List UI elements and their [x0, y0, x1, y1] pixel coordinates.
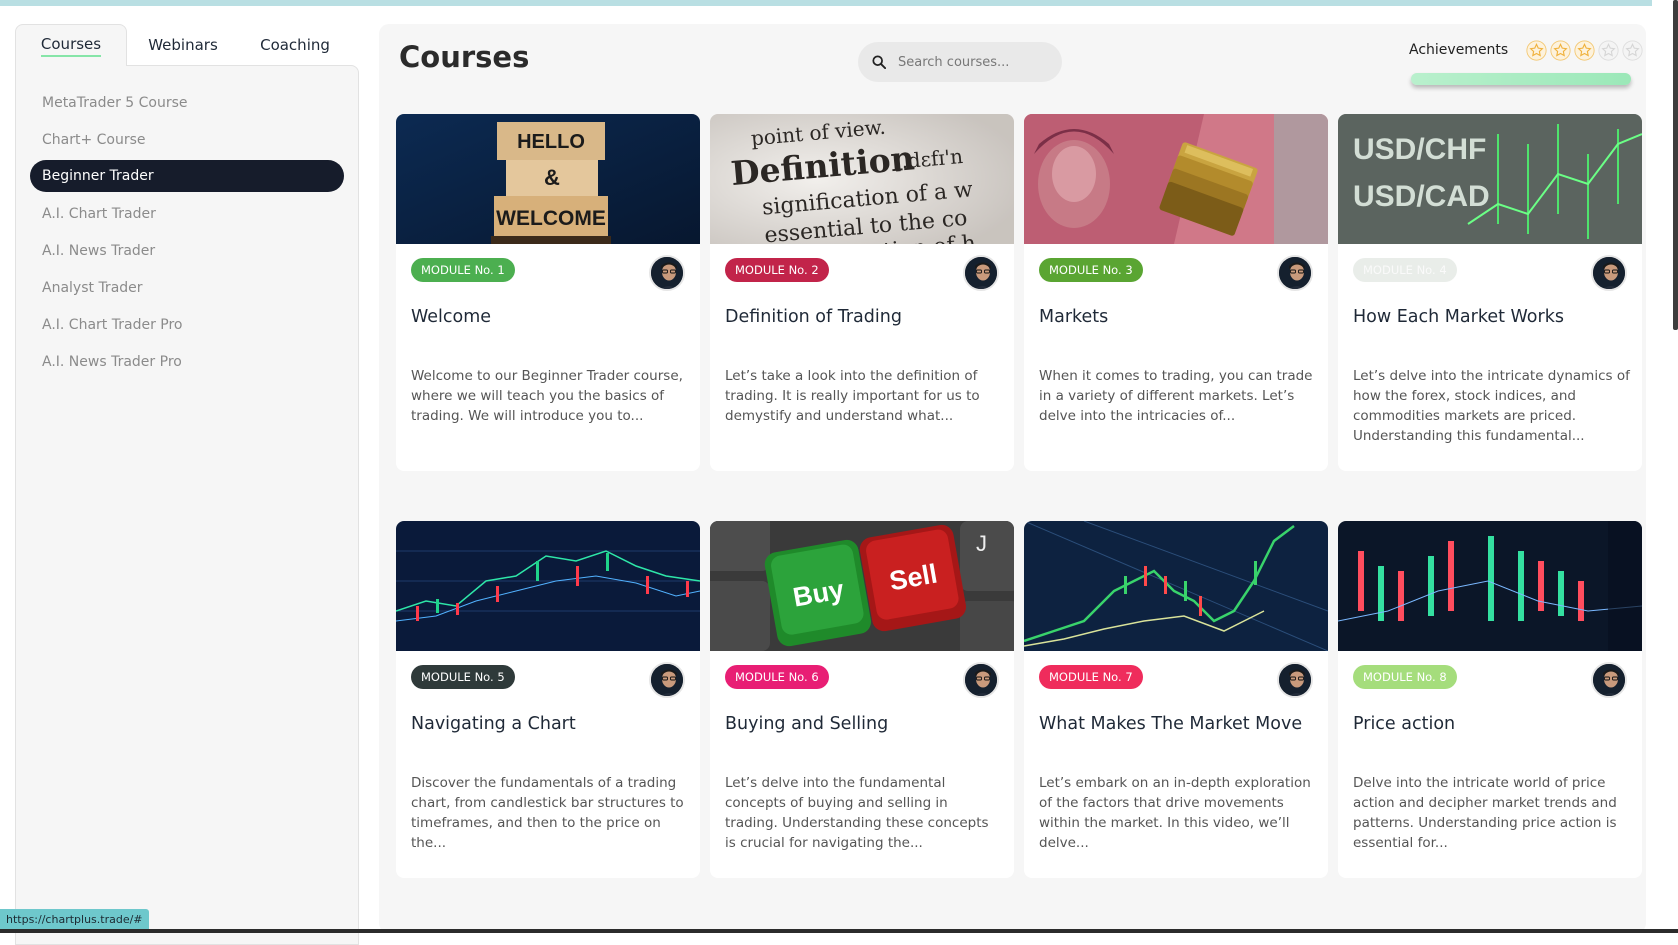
card-title: Price action [1353, 714, 1456, 734]
tab-label: Courses [40, 35, 102, 57]
sidebar-item-ai-chart-trader[interactable]: A.I. Chart Trader [30, 195, 344, 232]
tab-label: Coaching [260, 36, 330, 54]
achievements-label: Achievements [1409, 42, 1509, 58]
thumbnail-definition: point of view. Definition [.dɛfɪ'n signi… [710, 114, 1014, 244]
thumb-text-usdcad: USD/CAD [1353, 180, 1490, 213]
sidebar-item-beginner-trader[interactable]: Beginner Trader [30, 160, 344, 192]
card-title: Buying and Selling [725, 714, 889, 734]
module-badge: MODULE No. 2 [725, 258, 829, 282]
course-card[interactable]: Buy Sell J MODULE No. 6 Buying and Selli… [710, 521, 1014, 878]
instructor-avatar [649, 255, 685, 291]
page-title: Courses [399, 40, 530, 74]
instructor-avatar [963, 662, 999, 698]
course-card[interactable]: point of view. Definition [.dɛfɪ'n signi… [710, 114, 1014, 471]
sidebar-item-chart-plus-course[interactable]: Chart+ Course [30, 121, 344, 158]
achievement-stars [1526, 40, 1643, 61]
tab-bar: Courses Webinars Coaching [15, 24, 359, 66]
course-list-panel: MetaTrader 5 Course Chart+ Course Beginn… [15, 65, 359, 945]
course-card[interactable]: MODULE No. 7 What Makes The Market Move … [1024, 521, 1328, 878]
thumbnail-price-action [1338, 521, 1642, 651]
card-title: Definition of Trading [725, 307, 902, 327]
search-input[interactable] [898, 54, 1048, 70]
thumbnail-market-move [1024, 521, 1328, 651]
card-title: Welcome [411, 307, 492, 327]
thumb-text-key-j: J [976, 531, 987, 556]
achievement-progress-fill [1411, 73, 1631, 85]
module-badge: MODULE No. 8 [1353, 665, 1457, 689]
card-title: Navigating a Chart [411, 714, 576, 734]
search-bar[interactable] [858, 42, 1062, 82]
thumbnail-buy-sell: Buy Sell J [710, 521, 1014, 651]
module-badge: MODULE No. 1 [411, 258, 515, 282]
card-description: Delve into the intricate world of price … [1353, 775, 1617, 851]
card-description: Let’s embark on an in-depth exploration … [1039, 775, 1311, 851]
instructor-avatar [963, 255, 999, 291]
sidebar-item-analyst-trader[interactable]: Analyst Trader [30, 269, 344, 306]
instructor-avatar [649, 662, 685, 698]
star-empty-icon [1598, 40, 1619, 61]
instructor-avatar [1277, 255, 1313, 291]
thumb-text-hello: HELLO [517, 131, 585, 153]
status-bar-url: https://chartplus.trade/# [0, 909, 149, 929]
page-scrollbar[interactable] [1673, 0, 1678, 330]
tab-label: Webinars [148, 36, 218, 54]
sidebar-item-ai-news-trader[interactable]: A.I. News Trader [30, 232, 344, 269]
card-title: What Makes The Market Move [1039, 714, 1303, 734]
card-title: Markets [1039, 307, 1109, 327]
achievement-progress-bar [1411, 73, 1631, 85]
tab-coaching[interactable]: Coaching [239, 24, 351, 66]
sidebar-item-ai-chart-trader-pro[interactable]: A.I. Chart Trader Pro [30, 306, 344, 343]
main-content: Courses Achievements [379, 24, 1646, 933]
card-description: Let’s delve into the intricate dynamics … [1353, 368, 1630, 444]
tab-courses[interactable]: Courses [15, 24, 127, 66]
top-accent-line [0, 0, 1678, 6]
card-description: Discover the fundamentals of a trading c… [411, 775, 684, 851]
course-card[interactable]: MODULE No. 8 Price action Delve into the… [1338, 521, 1642, 878]
course-card[interactable]: MODULE No. 5 Navigating a Chart Discover… [396, 521, 700, 878]
thumbnail-forex-pairs: USD/CHF USD/CAD [1338, 114, 1642, 244]
module-badge: MODULE No. 3 [1039, 258, 1143, 282]
course-card[interactable]: HELLO & WELCOME MODULE No. 1 Welcome Wel… [396, 114, 700, 471]
instructor-avatar [1277, 662, 1313, 698]
thumb-text-amp: & [544, 165, 560, 190]
card-description: Welcome to our Beginner Trader course, w… [411, 368, 683, 424]
course-card[interactable]: MODULE No. 3 Markets When it comes to tr… [1024, 114, 1328, 471]
card-description: Let’s delve into the fundamental concept… [725, 775, 989, 851]
card-title: How Each Market Works [1353, 307, 1564, 327]
instructor-avatar [1591, 255, 1627, 291]
module-badge: MODULE No. 6 [725, 665, 829, 689]
sidebar: Courses Webinars Coaching MetaTrader 5 C… [15, 24, 359, 945]
card-description: When it comes to trading, you can trade … [1039, 368, 1313, 424]
thumb-text-usdchf: USD/CHF [1353, 133, 1486, 166]
sidebar-item-metatrader-5-course[interactable]: MetaTrader 5 Course [30, 84, 344, 121]
tab-webinars[interactable]: Webinars [127, 24, 239, 66]
thumb-text-welcome: WELCOME [496, 207, 606, 230]
star-empty-icon [1622, 40, 1643, 61]
module-badge: MODULE No. 7 [1039, 665, 1143, 689]
thumbnail-navigating-chart [396, 521, 700, 651]
course-card[interactable]: USD/CHF USD/CAD MODULE No. 4 How Each Ma… [1338, 114, 1642, 471]
thumbnail-hello-welcome: HELLO & WELCOME [396, 114, 700, 244]
achievements-widget[interactable]: Achievements [1409, 40, 1643, 110]
bottom-strip [0, 929, 1678, 933]
module-badge: MODULE No. 5 [411, 665, 515, 689]
module-badge: MODULE No. 4 [1353, 258, 1457, 282]
thumbnail-markets [1024, 114, 1328, 244]
star-filled-icon [1550, 40, 1571, 61]
star-filled-icon [1526, 40, 1547, 61]
instructor-avatar [1591, 662, 1627, 698]
sidebar-item-ai-news-trader-pro[interactable]: A.I. News Trader Pro [30, 343, 344, 380]
card-description: Let’s take a look into the definition of… [725, 368, 980, 424]
search-icon [872, 55, 886, 69]
course-grid: HELLO & WELCOME MODULE No. 1 Welcome Wel… [396, 114, 1644, 878]
star-filled-icon [1574, 40, 1595, 61]
